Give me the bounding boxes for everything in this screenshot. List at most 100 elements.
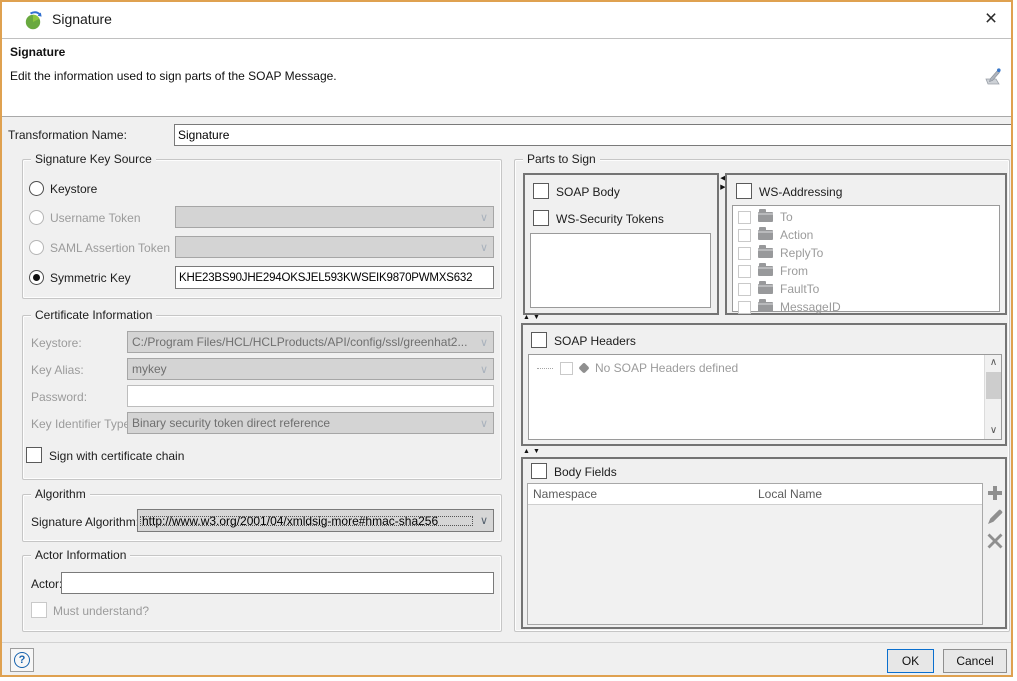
- window-title: Signature: [52, 11, 112, 27]
- split-collapse-up-icon[interactable]: ▲: [523, 448, 530, 455]
- cert-keystore-combo: C:/Program Files/HCL/HCLProducts/API/con…: [127, 331, 494, 353]
- item-checkbox: [560, 362, 573, 375]
- split-collapse-up-icon[interactable]: ▲: [523, 314, 530, 321]
- saml-assertion-combo: ∨: [175, 236, 494, 258]
- list-item: From: [733, 262, 999, 280]
- ws-addressing-panel: WS-Addressing To Action ReplyTo: [725, 173, 1007, 315]
- symmetric-key-radio-label: Symmetric Key: [50, 271, 131, 285]
- ws-item-label: Action: [780, 228, 813, 242]
- username-token-combo: ∨: [175, 206, 494, 228]
- sign-with-certificate-chain-checkbox[interactable]: [26, 447, 42, 463]
- table-header-row: Namespace Local Name: [528, 484, 982, 505]
- transformation-name-label: Transformation Name:: [8, 128, 127, 142]
- body-fields-checkbox[interactable]: [531, 463, 547, 479]
- column-header-namespace: Namespace: [528, 484, 758, 504]
- algorithm-title: Algorithm: [31, 487, 90, 501]
- item-checkbox: [738, 247, 751, 260]
- must-understand-checkbox: [31, 602, 47, 618]
- chevron-down-icon: ∨: [475, 336, 493, 349]
- chevron-down-icon: ∨: [475, 241, 493, 254]
- body-fields-label: Body Fields: [554, 465, 617, 479]
- column-header-local-name: Local Name: [758, 484, 982, 504]
- soap-body-label: SOAP Body: [556, 185, 620, 199]
- keystore-radio[interactable]: [29, 181, 44, 196]
- chevron-down-icon: ∨: [475, 363, 493, 376]
- scroll-up-icon[interactable]: ∧: [985, 355, 1002, 371]
- folder-icon: [758, 302, 773, 312]
- horizontal-split-divider: ▲ ▼: [523, 314, 540, 321]
- key-alias-combo: mykey ∨: [127, 358, 494, 380]
- title-bar: Signature ×: [2, 2, 1011, 38]
- signature-pen-icon: [983, 67, 1003, 87]
- symmetric-key-input[interactable]: KHE23BS90JHE294OKSJEL593KWSEIK9870PWMXS6…: [175, 266, 494, 289]
- soap-headers-checkbox[interactable]: [531, 332, 547, 348]
- item-checkbox: [738, 211, 751, 224]
- folder-icon: [758, 248, 773, 258]
- horizontal-split-divider: ▲ ▼: [523, 448, 540, 455]
- soap-body-checkbox[interactable]: [533, 183, 549, 199]
- chevron-down-icon: ∨: [475, 211, 493, 224]
- saml-assertion-radio: [29, 240, 44, 255]
- folder-icon: [758, 284, 773, 294]
- ws-security-tokens-checkbox[interactable]: [533, 210, 549, 226]
- list-item: To: [733, 208, 999, 226]
- key-identifier-type-label: Key Identifier Type:: [31, 417, 134, 431]
- symmetric-key-radio[interactable]: [29, 270, 44, 285]
- ws-item-label: ReplyTo: [780, 246, 823, 260]
- folder-icon: [758, 212, 773, 222]
- button-bar: ? OK Cancel: [2, 642, 1011, 675]
- actor-input[interactable]: [61, 572, 494, 594]
- close-button[interactable]: ×: [977, 8, 1005, 32]
- soap-headers-label: SOAP Headers: [554, 334, 636, 348]
- password-field: [127, 385, 494, 407]
- tree-connector: [537, 368, 553, 369]
- ws-addressing-list[interactable]: To Action ReplyTo From: [732, 205, 1000, 312]
- signature-key-source-group: Signature Key Source Keystore Username T…: [22, 159, 502, 299]
- soap-headers-panel: SOAP Headers No SOAP Headers defined ∧ ∨: [521, 323, 1007, 446]
- soap-headers-tree[interactable]: No SOAP Headers defined ∧ ∨: [528, 354, 1002, 440]
- ok-button[interactable]: OK: [887, 649, 934, 673]
- split-expand-down-icon[interactable]: ▼: [533, 314, 540, 321]
- delete-icon: [987, 533, 1003, 549]
- parts-to-sign-group: Parts to Sign SOAP Body WS-Security Toke…: [514, 159, 1010, 632]
- chevron-down-icon: ∨: [475, 514, 493, 527]
- transformation-name-input[interactable]: Signature: [174, 124, 1012, 146]
- scrollbar-thumb[interactable]: [986, 372, 1001, 399]
- signature-algorithm-combo[interactable]: http://www.w3.org/2001/04/xmldsig-more#h…: [137, 509, 494, 532]
- delete-button[interactable]: [987, 533, 1005, 551]
- item-checkbox: [738, 283, 751, 296]
- item-checkbox: [738, 229, 751, 242]
- edit-icon: [987, 509, 1003, 525]
- ws-item-label: MessageID: [780, 300, 841, 314]
- soap-headers-scrollbar[interactable]: ∧ ∨: [984, 355, 1001, 439]
- signature-key-source-title: Signature Key Source: [31, 152, 156, 166]
- header-strip: Signature Edit the information used to s…: [2, 38, 1011, 117]
- ws-addressing-label: WS-Addressing: [759, 185, 842, 199]
- folder-icon: [758, 266, 773, 276]
- header-description: Edit the information used to sign parts …: [10, 69, 337, 83]
- edit-button[interactable]: [987, 509, 1005, 527]
- help-icon: ?: [14, 652, 30, 668]
- ws-addressing-checkbox[interactable]: [736, 183, 752, 199]
- item-checkbox: [738, 301, 751, 314]
- actor-information-group: Actor Information Actor: Must understand…: [22, 555, 502, 632]
- help-button[interactable]: ?: [10, 648, 34, 672]
- actor-information-title: Actor Information: [31, 548, 130, 562]
- algorithm-group: Algorithm Signature Algorithm: http://ww…: [22, 494, 502, 542]
- key-alias-label: Key Alias:: [31, 363, 84, 377]
- parts-to-sign-title: Parts to Sign: [523, 152, 600, 166]
- keystore-radio-label: Keystore: [50, 182, 97, 196]
- cancel-button[interactable]: Cancel: [943, 649, 1007, 673]
- list-item: Action: [733, 226, 999, 244]
- key-identifier-type-combo: Binary security token direct reference ∨: [127, 412, 494, 434]
- tree-item: No SOAP Headers defined: [529, 359, 1001, 377]
- scroll-down-icon[interactable]: ∨: [985, 423, 1002, 439]
- split-expand-down-icon[interactable]: ▼: [533, 448, 540, 455]
- ws-security-tokens-list[interactable]: [530, 233, 711, 308]
- chevron-down-icon: ∨: [475, 417, 493, 430]
- add-button[interactable]: [987, 485, 1005, 503]
- folder-icon: [758, 230, 773, 240]
- header-title: Signature: [10, 45, 65, 59]
- username-token-radio: [29, 210, 44, 225]
- body-fields-table[interactable]: Namespace Local Name: [527, 483, 983, 625]
